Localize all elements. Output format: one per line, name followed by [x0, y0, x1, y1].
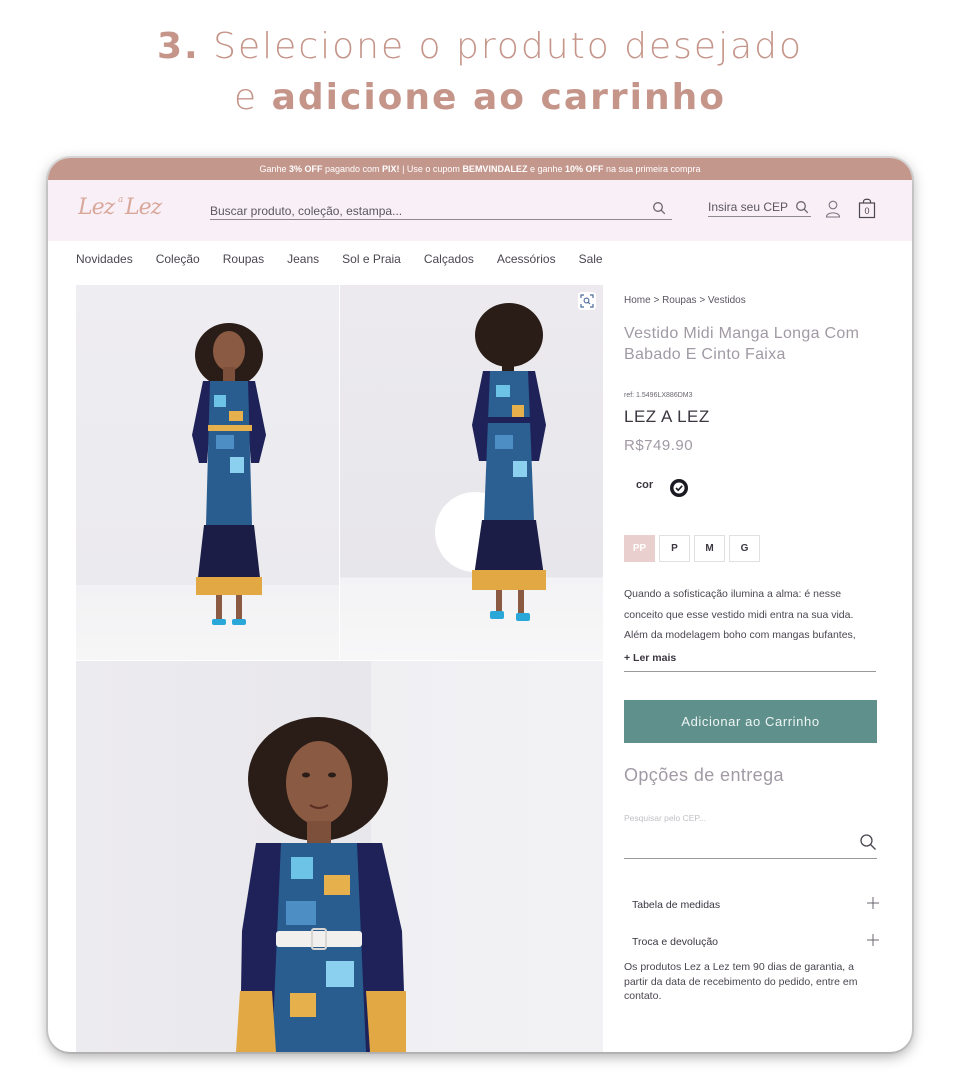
delivery-title: Opções de entrega	[624, 765, 784, 785]
returns-text: Os produtos Lez a Lez tem 90 dias de gar…	[624, 961, 858, 1002]
plus-icon[interactable]	[866, 933, 880, 947]
breadcrumb[interactable]: Home > Roupas > Vestidos	[624, 295, 746, 306]
size-p[interactable]: P	[659, 535, 690, 562]
bag-icon[interactable]: 0	[858, 197, 876, 219]
heading-text-2: e	[233, 77, 259, 118]
page-heading: 3. Selecione o produto desejado e adicio…	[0, 22, 960, 124]
cep-entry[interactable]: Insira seu CEP	[708, 200, 811, 217]
size-m[interactable]: M	[694, 535, 725, 562]
cep-search-icon[interactable]	[795, 200, 809, 214]
product-brand: LEZ A LEZ	[624, 407, 710, 426]
color-label: cor	[636, 479, 654, 491]
color-swatch[interactable]	[670, 479, 688, 497]
cep-search-field[interactable]: Pesquisar pelo CEP...	[624, 811, 877, 859]
svg-text:Lez: Lez	[124, 195, 163, 220]
promo-bar: Ganhe 3% OFF pagando com PIX! | Use o cu…	[48, 158, 912, 180]
accordion-size-table[interactable]: Tabela de medidas	[624, 896, 880, 916]
accordion-label: Tabela de medidas	[632, 899, 721, 911]
model-closeup-image	[236, 717, 406, 1052]
product-photo-closeup[interactable]	[76, 661, 603, 1052]
step-number: 3.	[156, 26, 200, 67]
bag-count: 0	[864, 206, 869, 216]
nav-item-sol-e-praia[interactable]: Sol e Praia	[342, 252, 401, 266]
user-icon[interactable]	[825, 200, 841, 218]
nav-item-colecao[interactable]: Coleção	[156, 252, 200, 266]
product-photo-front[interactable]	[76, 285, 339, 660]
plus-icon[interactable]	[866, 896, 880, 910]
product-title: Vestido Midi Manga Longa Com Babado E Ci…	[624, 325, 860, 363]
size-pp[interactable]: PP	[624, 535, 655, 562]
heading-line-1: 3. Selecione o produto desejado	[0, 22, 960, 72]
accordion-returns[interactable]: Troca e devolução	[624, 933, 880, 953]
product-price: R$749.90	[624, 437, 694, 454]
product-photo-back[interactable]	[340, 285, 603, 660]
zoom-button[interactable]	[578, 292, 596, 310]
nav-item-calcados[interactable]: Calçados	[424, 252, 474, 266]
product-ref: ref: 1.5496LX886DM3	[624, 392, 693, 399]
zoom-icon	[580, 294, 594, 308]
add-to-cart-button[interactable]: Adicionar ao Carrinho	[624, 700, 877, 743]
nav-item-roupas[interactable]: Roupas	[223, 252, 264, 266]
site-header: Lez a Lez Insira seu CEP 0	[48, 180, 912, 241]
size-g[interactable]: G	[729, 535, 760, 562]
size-options: PP P M G	[624, 535, 760, 562]
search-bar[interactable]	[210, 200, 672, 220]
cep-placeholder: Pesquisar pelo CEP...	[624, 813, 707, 823]
main-nav: Novidades Coleção Roupas Jeans Sol e Pra…	[76, 252, 626, 266]
svg-text:Lez: Lez	[78, 195, 116, 220]
model-back-image	[435, 303, 546, 621]
search-icon[interactable]	[859, 833, 877, 851]
search-input[interactable]	[210, 203, 630, 218]
nav-item-jeans[interactable]: Jeans	[287, 252, 319, 266]
site-logo[interactable]: Lez a Lez	[77, 192, 174, 226]
nav-item-sale[interactable]: Sale	[579, 252, 603, 266]
search-icon[interactable]	[652, 201, 666, 215]
nav-item-acessorios[interactable]: Acessórios	[497, 252, 556, 266]
check-icon	[673, 482, 685, 494]
nav-item-novidades[interactable]: Novidades	[76, 252, 133, 266]
read-more-link[interactable]: + Ler mais	[624, 652, 876, 672]
product-description: Quando a sofisticação ilumina a alma: é …	[624, 588, 856, 641]
heading-text-1: Selecione o produto desejado	[213, 26, 804, 67]
cart-bag[interactable]: 0	[858, 197, 876, 219]
heading-bold-2: adicione ao carrinho	[271, 77, 727, 118]
logo-graphic: Lez a Lez	[77, 195, 164, 220]
svg-text:a: a	[118, 195, 123, 205]
cep-label: Insira seu CEP	[708, 200, 789, 214]
heading-line-2: e adicione ao carrinho	[0, 72, 960, 124]
browser-frame: Ganhe 3% OFF pagando com PIX! | Use o cu…	[48, 158, 912, 1052]
model-front-image	[192, 323, 266, 625]
accordion-label: Troca e devolução	[632, 936, 718, 948]
